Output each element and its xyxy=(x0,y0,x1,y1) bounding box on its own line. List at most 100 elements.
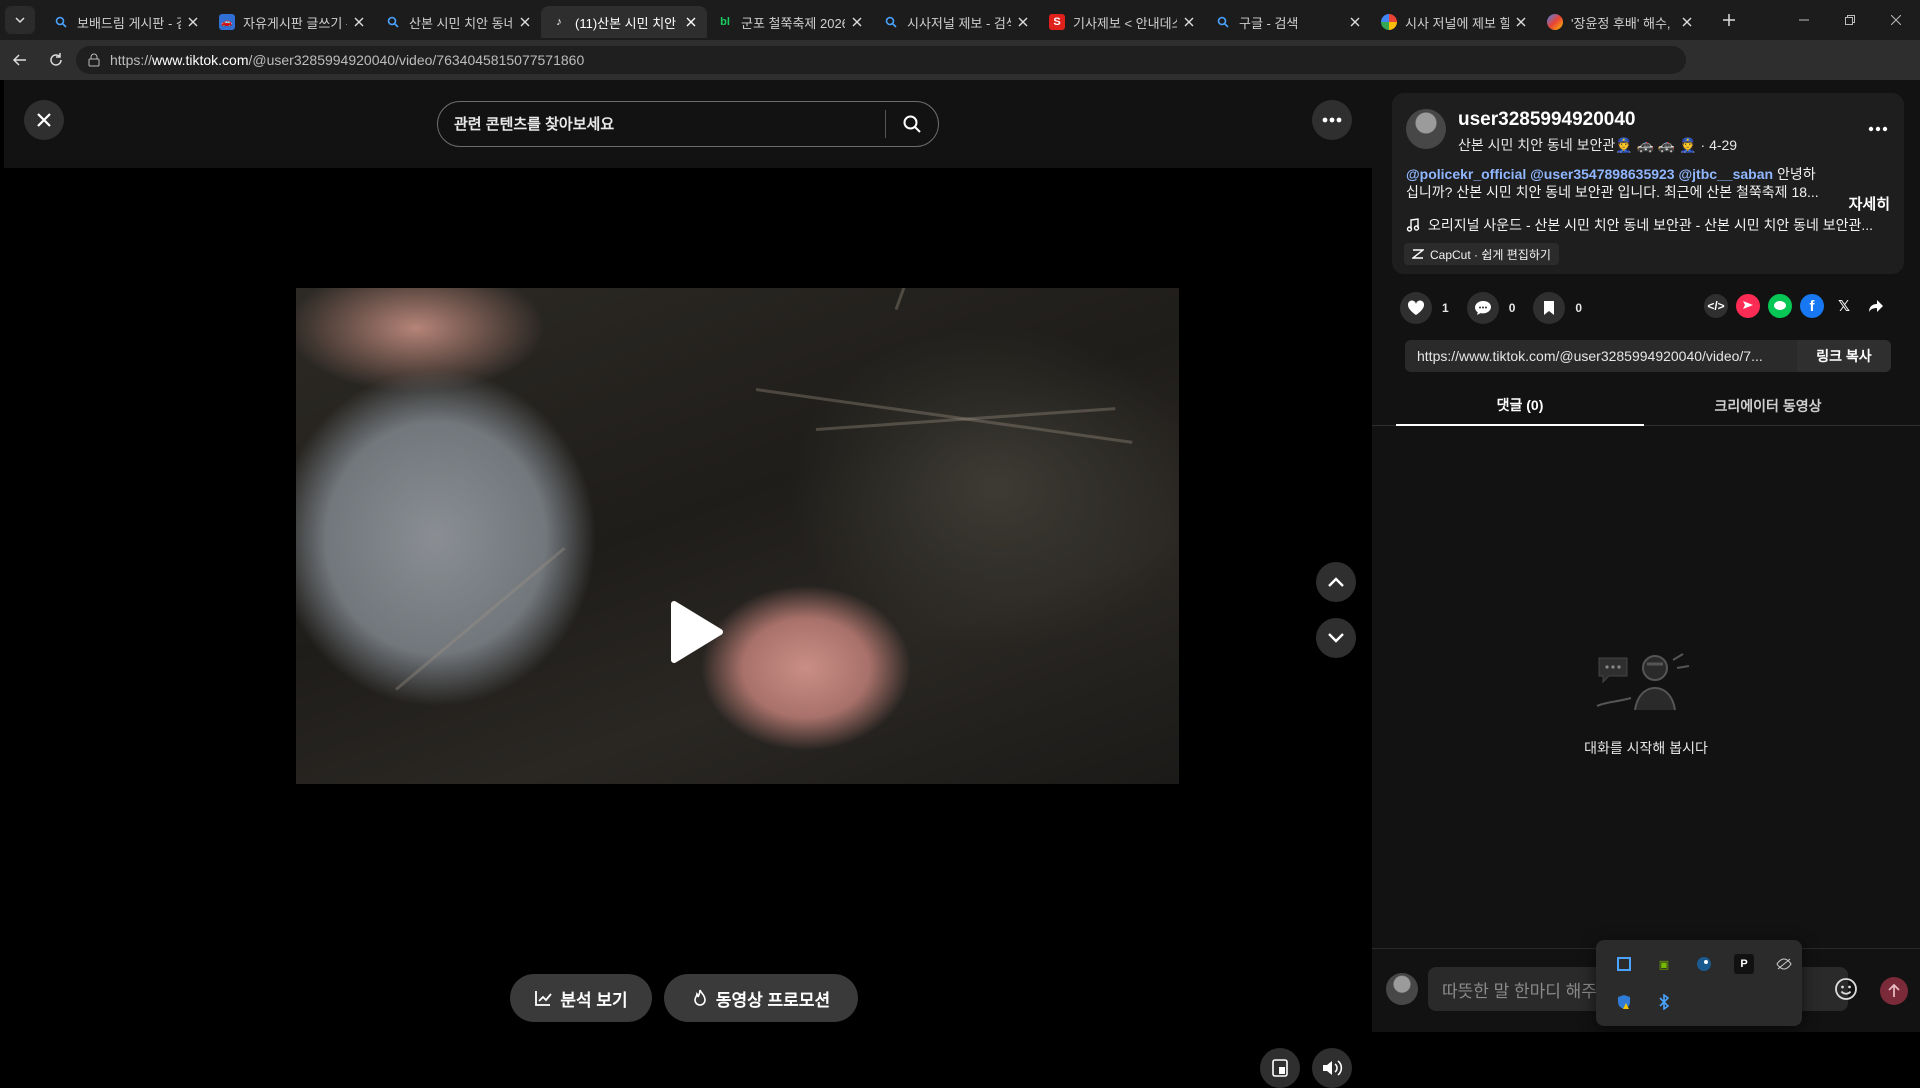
post-detail-panel: user3285994920040 산본 시민 치안 동네 보안관👮 🚓 🚓 👮… xyxy=(1372,80,1920,1032)
browser-tab[interactable]: 산본 시민 치안 동네 - 검색 xyxy=(375,6,541,38)
security-warning-icon[interactable] xyxy=(1614,992,1634,1012)
browser-tab[interactable]: bl 군포 철쭉축제 2026 xyxy=(707,6,873,38)
refresh-button[interactable] xyxy=(40,44,72,76)
url-field[interactable]: https://www.tiktok.com/@user328599492004… xyxy=(76,46,1686,74)
arrow-up-icon xyxy=(1888,984,1900,997)
video-motion-streak xyxy=(815,407,1116,431)
close-tab-icon[interactable] xyxy=(1679,14,1695,30)
post-more-button[interactable] xyxy=(1864,115,1892,143)
google-icon xyxy=(1381,14,1397,30)
blog-icon: bl xyxy=(720,16,730,28)
sound-title: 오리지널 사운드 - 산본 시민 치안 동네 보안관 - 산본 시민 치안 동네… xyxy=(1428,217,1874,233)
close-tab-icon[interactable] xyxy=(683,14,699,30)
bluetooth-icon[interactable] xyxy=(1654,992,1674,1012)
close-tab-icon[interactable] xyxy=(1513,14,1529,30)
capcut-chip[interactable]: CapCut · 쉽게 편집하기 xyxy=(1404,243,1559,265)
close-icon xyxy=(37,113,51,127)
close-tab-icon[interactable] xyxy=(1347,14,1363,30)
nvidia-icon[interactable]: ▣ xyxy=(1654,954,1674,974)
comment-bubble-icon xyxy=(1466,292,1499,324)
video-motion-streak xyxy=(894,288,939,311)
gemini-icon xyxy=(1547,14,1563,30)
url-host: www.tiktok.com xyxy=(152,52,249,68)
video-motion-streak xyxy=(395,546,566,691)
sound-link[interactable]: 오리지널 사운드 - 산본 시민 치안 동네 보안관 - 산본 시민 치안 동네… xyxy=(1406,215,1886,235)
view-analytics-button[interactable]: 분석 보기 xyxy=(510,974,652,1022)
search-icon xyxy=(385,14,401,30)
tab-comments[interactable]: 댓글 (0) xyxy=(1396,386,1644,426)
close-window-button[interactable] xyxy=(1874,0,1918,40)
tiktok-icon: ♪ xyxy=(556,16,562,28)
tab-title: 군포 철쭉축제 2026 xyxy=(741,15,845,31)
promote-video-button[interactable]: 동영상 프로모션 xyxy=(664,974,858,1022)
browser-tab[interactable]: S 기사제보 < 안내데스크 xyxy=(1039,6,1205,38)
post-comment-button[interactable] xyxy=(1880,977,1908,1005)
post-actions: 1 0 0 xyxy=(1400,292,1600,324)
panel-tabs: 댓글 (0) 크리에이터 동영상 xyxy=(1372,386,1920,426)
related-search-input[interactable] xyxy=(438,102,885,146)
plus-icon xyxy=(1723,14,1735,26)
facebook-icon[interactable]: f xyxy=(1800,294,1824,318)
chevron-up-icon xyxy=(1328,577,1344,587)
snipping-tool-icon[interactable] xyxy=(1614,954,1634,974)
creator-username[interactable]: user3285994920040 xyxy=(1458,109,1636,131)
save-count: 0 xyxy=(1575,301,1583,315)
hidden-eye-icon[interactable] xyxy=(1774,954,1794,974)
floating-player-button[interactable] xyxy=(1260,1048,1300,1088)
capcut-label: CapCut · 쉽게 편집하기 xyxy=(1430,247,1551,262)
x-icon[interactable]: 𝕏 xyxy=(1832,294,1856,318)
line-icon[interactable] xyxy=(1768,294,1792,318)
description-text: 십니까? 산본 시민 치안 동네 보안관 입니다. 최근에 산본 철쭉축제 18… xyxy=(1406,184,1819,200)
search-button[interactable] xyxy=(886,102,938,146)
volume-button[interactable] xyxy=(1312,1048,1352,1088)
browser-tab-active[interactable]: ♪ (11)산본 시민 치안 동네 xyxy=(541,6,707,38)
browser-tab[interactable]: 보배드림 게시판 - 검색 xyxy=(43,6,209,38)
tab-actions-button[interactable] xyxy=(5,6,35,34)
video-more-button[interactable] xyxy=(1312,100,1352,140)
p-app-icon[interactable]: P xyxy=(1734,954,1754,974)
creator-avatar[interactable] xyxy=(1406,109,1446,149)
browser-tab[interactable]: 시사저널 제보 - 검색 xyxy=(873,6,1039,38)
s-icon: S xyxy=(1049,14,1065,30)
empty-chat-illustration-icon xyxy=(1596,653,1690,711)
mention-link[interactable]: @policekr_official xyxy=(1406,166,1526,182)
browser-tab[interactable]: 구글 - 검색 xyxy=(1205,6,1371,38)
volume-icon xyxy=(1323,1060,1343,1076)
empty-comments-illustration xyxy=(1372,650,1920,714)
save-action[interactable]: 0 xyxy=(1533,292,1582,324)
browser-tab[interactable]: 시사 저널에 제보 할 xyxy=(1371,6,1537,38)
previous-video-button[interactable] xyxy=(1316,562,1356,602)
restore-button[interactable] xyxy=(1828,0,1872,40)
mention-link[interactable]: @user3547898635923 xyxy=(1530,166,1674,182)
mention-link[interactable]: @jtbc__saban xyxy=(1678,166,1773,182)
minimize-button[interactable] xyxy=(1782,0,1826,40)
next-video-button[interactable] xyxy=(1316,618,1356,658)
close-video-button[interactable] xyxy=(24,100,64,140)
see-more-link[interactable]: 자세히 xyxy=(1849,193,1890,214)
tab-list: 보배드림 게시판 - 검색 🚗 자유게시판 글쓰기 - 보배드림 산본 시민 치… xyxy=(43,0,1703,40)
close-tab-icon[interactable] xyxy=(185,14,201,30)
close-tab-icon[interactable] xyxy=(1015,14,1031,30)
share-arrow-icon[interactable] xyxy=(1864,294,1888,318)
close-tab-icon[interactable] xyxy=(351,14,367,30)
close-tab-icon[interactable] xyxy=(849,14,865,30)
browser-tab[interactable]: '장윤정 후배' 해수, xyxy=(1537,6,1703,38)
close-tab-icon[interactable] xyxy=(1181,14,1197,30)
send-to-friends-icon[interactable] xyxy=(1736,294,1760,318)
steam-icon[interactable] xyxy=(1694,954,1714,974)
browser-tab[interactable]: 🚗 자유게시판 글쓰기 - 보배드림 xyxy=(209,6,375,38)
comment-action[interactable]: 0 xyxy=(1466,292,1515,324)
related-search-box xyxy=(437,101,939,147)
share-url[interactable]: https://www.tiktok.com/@user328599492004… xyxy=(1405,348,1797,364)
video-frame[interactable] xyxy=(296,288,1179,784)
embed-icon[interactable]: </> xyxy=(1704,294,1728,318)
new-tab-button[interactable] xyxy=(1715,6,1743,34)
video-motion-streak xyxy=(755,388,1133,444)
back-button[interactable] xyxy=(4,44,36,76)
close-tab-icon[interactable] xyxy=(517,14,533,30)
tab-creator-videos[interactable]: 크리에이터 동영상 xyxy=(1644,386,1892,426)
play-icon[interactable] xyxy=(668,600,724,664)
like-action[interactable]: 1 xyxy=(1400,292,1449,324)
copy-link-button[interactable]: 링크 복사 xyxy=(1797,340,1891,372)
emoji-icon[interactable] xyxy=(1834,977,1858,1001)
